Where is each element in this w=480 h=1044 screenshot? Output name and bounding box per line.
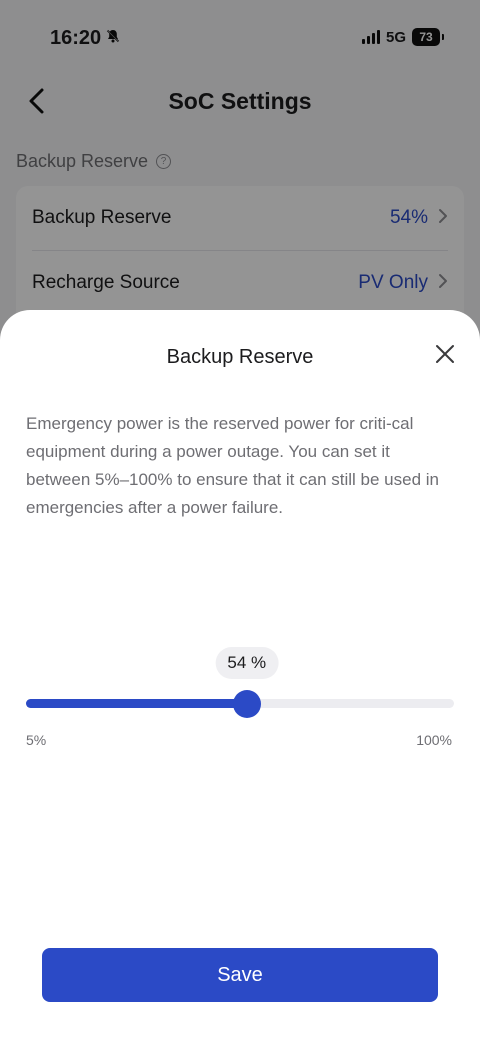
slider-thumb[interactable] <box>232 690 261 718</box>
close-icon <box>435 344 455 369</box>
slider-fill <box>26 699 247 708</box>
save-button[interactable]: Save <box>42 948 438 1002</box>
slider-max-label: 100% <box>416 732 452 748</box>
sheet-description: Emergency power is the reserved power fo… <box>26 414 439 517</box>
slider-min-label: 5% <box>26 732 47 748</box>
sheet-title: Backup Reserve <box>166 346 314 368</box>
close-button[interactable] <box>432 343 458 369</box>
backup-reserve-sheet: Backup Reserve Emergency power is the re… <box>0 310 480 1044</box>
slider-value-bubble: 54 % <box>215 647 279 679</box>
